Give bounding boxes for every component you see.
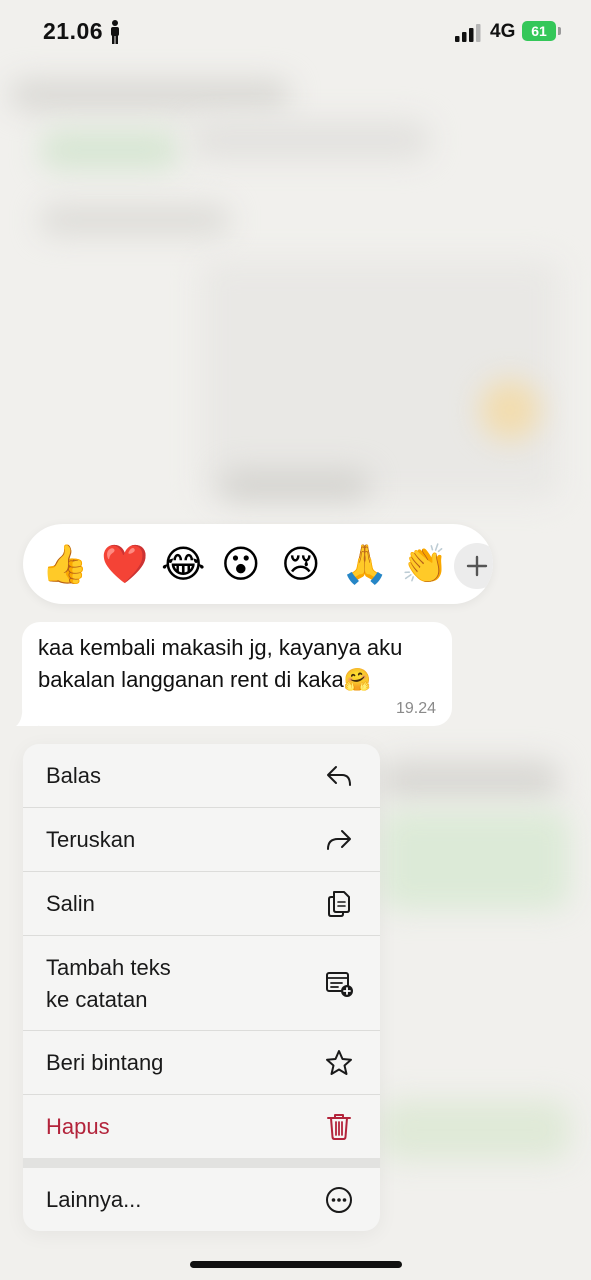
person-icon — [111, 20, 119, 44]
home-indicator[interactable] — [190, 1261, 402, 1268]
menu-item-star[interactable]: Beri bintang — [23, 1031, 380, 1094]
battery-icon: 61 — [522, 21, 556, 41]
more-reactions-button[interactable] — [454, 543, 493, 589]
context-menu: Balas Teruskan Salin Tambah teks ke cata… — [23, 744, 380, 1231]
reaction-pray[interactable]: 🙏 — [341, 541, 388, 587]
trash-icon — [327, 1114, 351, 1140]
menu-item-reply[interactable]: Balas — [23, 744, 380, 807]
message-time: 19.24 — [395, 700, 436, 717]
menu-item-more[interactable]: Lainnya... — [23, 1168, 380, 1231]
reaction-sad[interactable]: 😢 — [281, 541, 321, 587]
star-icon — [326, 1050, 352, 1075]
battery-level: 61 — [531, 23, 547, 39]
status-time: 21.06 — [43, 18, 104, 44]
network-type: 4G — [490, 21, 516, 42]
menu-item-add-note[interactable]: Tambah teks ke catatan — [23, 936, 380, 1030]
reaction-laugh[interactable]: 😂 — [161, 541, 205, 587]
reaction-surprised[interactable]: 😮 — [221, 541, 261, 587]
copy-icon — [328, 891, 350, 917]
menu-item-label: Tambah teks ke catatan — [46, 955, 171, 1012]
message-text: kaa kembali makasih jg, kayanya aku baka… — [38, 635, 403, 692]
menu-item-label: Beri bintang — [46, 1050, 164, 1075]
menu-item-label: Teruskan — [46, 827, 136, 852]
signal-icon — [455, 24, 481, 42]
reaction-heart[interactable]: ❤️ — [101, 541, 148, 587]
message-bubble[interactable]: kaa kembali makasih jg, kayanya aku baka… — [22, 622, 452, 726]
reaction-thumbs-up[interactable]: 👍 — [41, 541, 88, 587]
menu-item-label: Lainnya... — [46, 1187, 142, 1212]
menu-group-divider — [23, 1158, 380, 1168]
more-icon — [326, 1187, 352, 1213]
battery-tip — [558, 27, 561, 35]
menu-item-label: Hapus — [46, 1114, 110, 1139]
menu-item-copy[interactable]: Salin — [23, 872, 380, 935]
reaction-bar: 👍 ❤️ 😂 😮 😢 🙏 👏 — [23, 524, 493, 604]
reply-icon — [327, 766, 351, 786]
forward-icon — [327, 830, 351, 850]
menu-item-label: Salin — [46, 891, 95, 916]
reaction-clap[interactable]: 👏 — [401, 541, 448, 587]
menu-item-label: Balas — [46, 763, 102, 788]
menu-item-forward[interactable]: Teruskan — [23, 808, 380, 871]
menu-item-delete[interactable]: Hapus — [23, 1095, 380, 1158]
plus-icon — [466, 555, 488, 577]
add-note-icon — [326, 972, 353, 997]
status-bar: 21.06 4G 61 — [0, 0, 591, 64]
